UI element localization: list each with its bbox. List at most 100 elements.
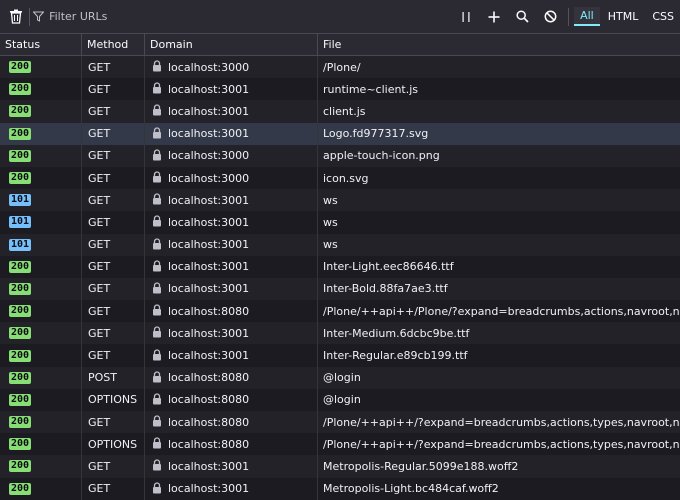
- domain-text: localhost:3001: [168, 482, 250, 496]
- trash-icon: [10, 9, 23, 24]
- lock-icon: [152, 193, 164, 207]
- domain-cell: localhost:3001: [145, 189, 318, 212]
- status-badge: 200: [9, 482, 32, 495]
- filter-urls[interactable]: [33, 10, 450, 23]
- status-cell: 101: [0, 211, 82, 234]
- method-cell: GET: [82, 300, 145, 323]
- request-row[interactable]: 200 GET localhost:3001 Logo.fd977317.svg: [0, 122, 680, 145]
- request-row[interactable]: 200 GET localhost:3001 client.js: [0, 100, 680, 123]
- status-cell: 200: [0, 455, 82, 478]
- domain-text: localhost:3000: [168, 149, 250, 163]
- domain-text: localhost:3001: [168, 282, 250, 296]
- status-badge: 200: [9, 393, 32, 406]
- request-row[interactable]: 101 GET localhost:3001 ws: [0, 189, 680, 212]
- request-row[interactable]: 101 GET localhost:3001 ws: [0, 233, 680, 256]
- status-cell: 200: [0, 366, 82, 389]
- status-cell: 200: [0, 122, 82, 145]
- search-icon: [516, 10, 529, 23]
- pause-icon: [462, 11, 470, 22]
- file-cell: Metropolis-Light.bc484caf.woff2: [323, 482, 499, 496]
- status-cell: 101: [0, 189, 82, 212]
- status-badge: 200: [9, 61, 32, 74]
- request-list: 200 GET localhost:3000/Plone/200 GET localho…: [0, 56, 680, 500]
- method-cell: OPTIONS: [82, 433, 145, 456]
- search-button[interactable]: [509, 4, 535, 30]
- request-row[interactable]: 200 GET localhost:8080/Plone/++api++/Plone…: [0, 300, 680, 323]
- domain-text: localhost:3001: [168, 349, 250, 363]
- status-column-header[interactable]: Status: [0, 33, 82, 56]
- method-cell: GET: [82, 122, 145, 145]
- file-cell: ws: [323, 193, 338, 207]
- request-row[interactable]: 200 OPTIONS localhost:8080 @login: [0, 388, 680, 411]
- request-row[interactable]: 200 GET localhost:3001 runtime~client.js: [0, 78, 680, 101]
- method-cell: GET: [82, 233, 145, 256]
- file-cell: @login: [323, 393, 361, 407]
- request-row[interactable]: 200 GET localhost:3001 Metropolis-Light.bc4…: [0, 477, 680, 500]
- request-row[interactable]: 200 GET localhost:3001 Inter-Medium.6dcbc9b…: [0, 322, 680, 345]
- method-cell: OPTIONS: [82, 388, 145, 411]
- filter-urls-input[interactable]: [49, 10, 450, 23]
- lock-icon: [152, 348, 164, 363]
- domain-column-header[interactable]: Domain: [145, 33, 318, 56]
- status-badge: 200: [9, 460, 32, 473]
- filter-html-tab[interactable]: HTML: [602, 8, 645, 25]
- request-row[interactable]: 200 GET localhost:3000 apple-touch-icon.png: [0, 144, 680, 167]
- request-row[interactable]: 101 GET localhost:3001 ws: [0, 211, 680, 234]
- request-row[interactable]: 200 GET localhost:3000 icon.svg: [0, 166, 680, 190]
- status-badge: 200: [9, 127, 32, 140]
- status-badge: 200: [9, 260, 32, 273]
- method-cell: GET: [82, 56, 145, 79]
- file-cell: @login: [323, 371, 361, 385]
- method-cell: GET: [82, 344, 145, 367]
- domain-cell: localhost:3001: [145, 255, 318, 278]
- status-badge: 200: [9, 149, 32, 162]
- status-badge: 101: [9, 216, 32, 229]
- file-cell: Metropolis-Regular.5099e188.woff2: [323, 459, 519, 473]
- request-row[interactable]: 200 GET localhost:8080/Plone/++api++/?expa…: [0, 411, 680, 434]
- lock-icon: [152, 326, 164, 340]
- lock-icon: [152, 82, 164, 96]
- file-cell: client.js: [323, 104, 366, 118]
- plus-icon: [488, 11, 500, 22]
- lock-icon: [152, 482, 164, 496]
- request-row[interactable]: 200 GET localhost:3000/Plone/: [0, 56, 680, 79]
- domain-cell: localhost:3001: [145, 100, 318, 123]
- lock-icon: [152, 104, 164, 118]
- file-cell: Inter-Light.eec86646.ttf: [323, 260, 454, 274]
- lock-icon: [152, 459, 164, 473]
- status-badge: 101: [9, 238, 32, 251]
- status-cell: 200: [0, 78, 82, 101]
- filter-css-tab[interactable]: CSS: [646, 8, 680, 25]
- domain-cell: localhost:3000: [145, 56, 318, 79]
- request-row[interactable]: 200 OPTIONS localhost:8080/Plone/++api++/?…: [0, 433, 680, 456]
- request-row[interactable]: 200 GET localhost:3001 Inter-Regular.e89cb1…: [0, 344, 680, 367]
- request-row[interactable]: 200 GET localhost:3001 Inter-Light.eec86646…: [0, 255, 680, 278]
- file-column-header[interactable]: File: [318, 34, 680, 56]
- status-cell: 200: [0, 411, 82, 434]
- domain-cell: localhost:8080: [145, 300, 318, 323]
- filter-all-tab[interactable]: All: [574, 7, 600, 26]
- request-row[interactable]: 200 POST localhost:8080 @login: [0, 366, 680, 389]
- add-request-button[interactable]: [481, 4, 507, 30]
- pause-button[interactable]: [453, 4, 479, 30]
- clear-requests-button[interactable]: [6, 4, 26, 30]
- domain-cell: localhost:3001: [145, 277, 318, 301]
- block-request-button[interactable]: [537, 4, 563, 30]
- method-cell: GET: [82, 477, 145, 500]
- domain-cell: localhost:3000: [145, 144, 318, 167]
- status-badge: 200: [9, 282, 32, 295]
- request-row[interactable]: 200 GET localhost:3001 Inter-Bold.88fa7ae3.…: [0, 277, 680, 301]
- domain-cell: localhost:3001: [145, 344, 318, 367]
- status-cell: 200: [0, 433, 82, 456]
- method-column-header[interactable]: Method: [82, 33, 145, 56]
- request-row[interactable]: 200 GET localhost:3001 Metropolis-Regular.5…: [0, 455, 680, 478]
- status-cell: 200: [0, 100, 82, 123]
- domain-text: localhost:8080: [168, 415, 250, 429]
- status-badge: 200: [9, 416, 32, 429]
- file-cell: ws: [323, 238, 338, 252]
- method-cell: GET: [82, 100, 145, 123]
- request-table-header: Status Method Domain File: [0, 33, 680, 56]
- method-cell: GET: [82, 144, 145, 167]
- domain-cell: localhost:8080: [145, 388, 318, 411]
- status-badge: 200: [9, 83, 32, 96]
